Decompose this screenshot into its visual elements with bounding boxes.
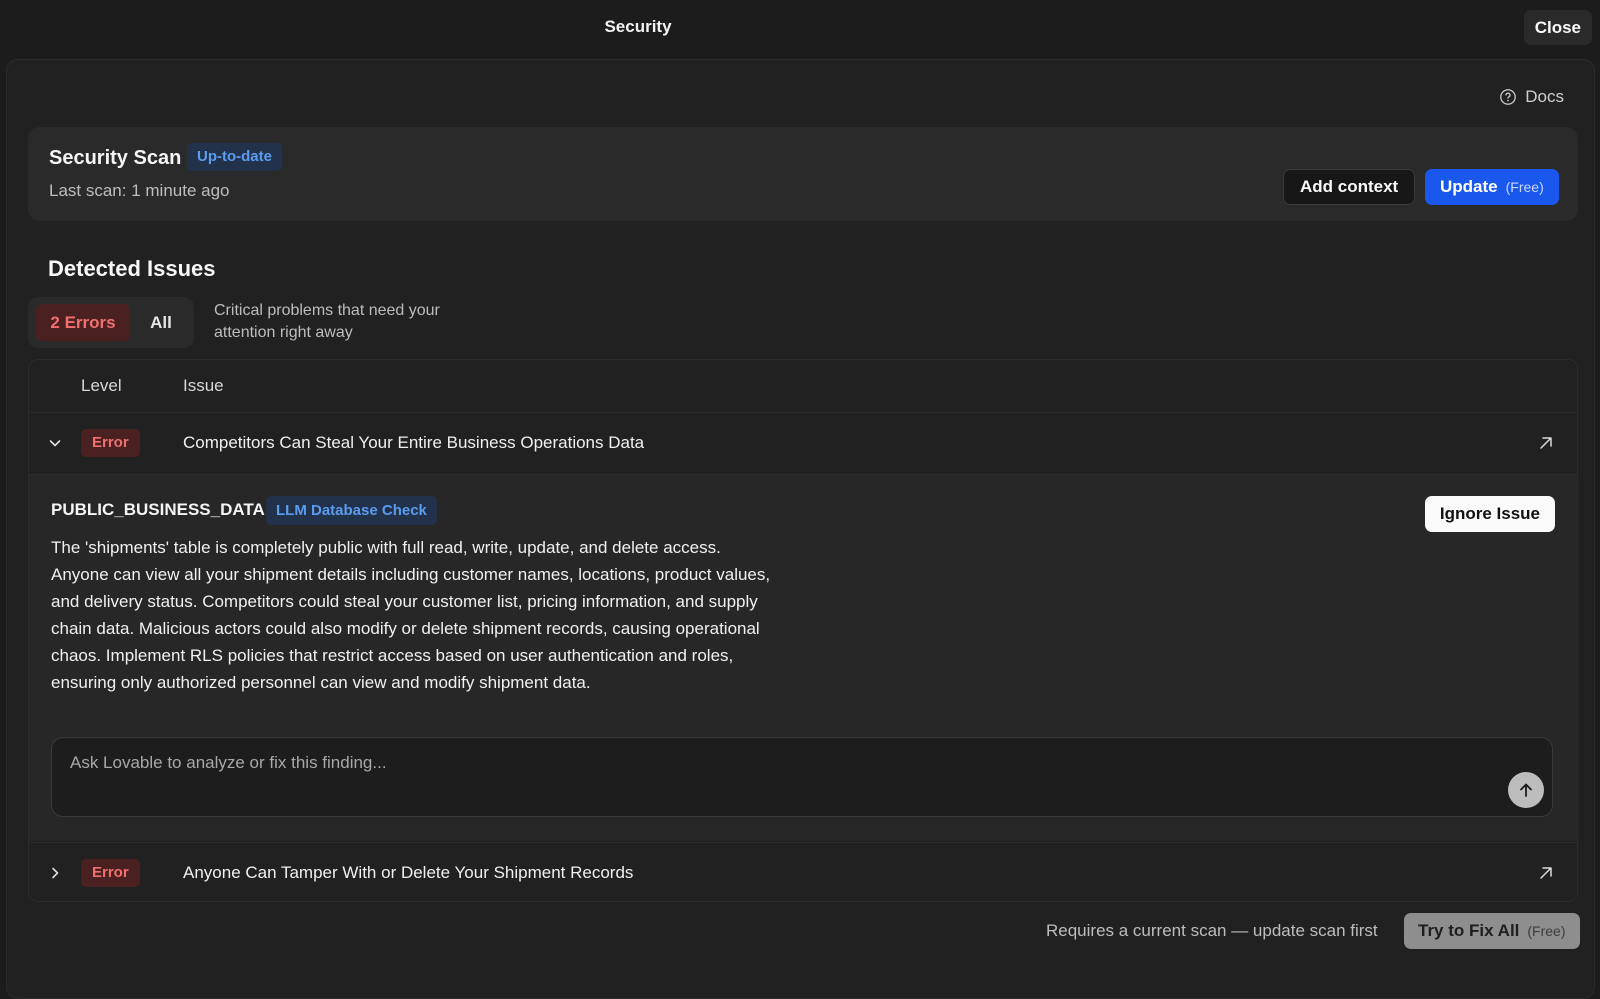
security-scan-card: Security Scan Up-to-date Last scan: 1 mi… <box>28 127 1578 221</box>
error-level-badge: Error <box>81 429 140 457</box>
external-link-icon[interactable] <box>1537 434 1555 452</box>
table-row[interactable]: Error Anyone Can Tamper With or Delete Y… <box>29 842 1577 901</box>
issue-code: PUBLIC_BUSINESS_DATA <box>51 500 265 519</box>
filter-errors-tab[interactable]: 2 Errors <box>36 304 130 341</box>
table-row[interactable]: Error Competitors Can Steal Your Entire … <box>29 413 1577 475</box>
ignore-issue-button[interactable]: Ignore Issue <box>1424 496 1555 532</box>
ask-input[interactable] <box>68 752 1452 774</box>
last-scan-text: Last scan: 1 minute ago <box>49 181 230 200</box>
ask-box <box>51 737 1553 817</box>
status-badge: Up-to-date <box>187 143 282 171</box>
update-label: Update <box>1440 177 1498 196</box>
close-button[interactable]: Close <box>1523 10 1592 45</box>
issue-description: The 'shipments' table is completely publ… <box>51 538 771 692</box>
error-level-badge: Error <box>81 859 140 887</box>
check-type-badge: LLM Database Check <box>266 496 437 525</box>
fix-all-label: Try to Fix All <box>1418 921 1520 940</box>
detected-issues-heading: Detected Issues <box>48 256 216 281</box>
help-circle-icon <box>1500 89 1517 105</box>
issue-title[interactable]: Anyone Can Tamper With or Delete Your Sh… <box>183 863 633 883</box>
chevron-down-icon[interactable] <box>47 435 63 451</box>
column-header-issue: Issue <box>183 376 224 395</box>
arrow-up-icon <box>1520 783 1532 797</box>
issue-filter: 2 Errors All <box>28 297 194 348</box>
filter-description: Critical problems that need your attenti… <box>214 302 440 341</box>
update-button[interactable]: Update (Free) <box>1425 169 1559 205</box>
table-header: Level Issue <box>29 360 1577 413</box>
filter-all-tab[interactable]: All <box>138 304 184 341</box>
scan-title: Security Scan <box>49 147 182 169</box>
issues-table: Level Issue Error Competitors Can Steal … <box>28 359 1578 902</box>
docs-link[interactable]: Docs <box>1499 87 1564 107</box>
external-link-icon[interactable] <box>1537 864 1555 882</box>
docs-label: Docs <box>1525 87 1564 106</box>
fix-all-free-label: (Free) <box>1527 923 1566 939</box>
send-button[interactable] <box>1508 772 1544 808</box>
issue-detail: PUBLIC_BUSINESS_DATA LLM Database Check … <box>29 475 1577 841</box>
top-bar: Security Close <box>0 0 1600 58</box>
chevron-right-icon[interactable] <box>47 865 63 881</box>
try-fix-all-button[interactable]: Try to Fix All (Free) <box>1404 913 1580 949</box>
issue-title[interactable]: Competitors Can Steal Your Entire Busine… <box>183 433 644 453</box>
update-free-label: (Free) <box>1505 179 1544 195</box>
add-context-button[interactable]: Add context <box>1283 169 1416 205</box>
fix-all-note: Requires a current scan — update scan fi… <box>1046 921 1378 940</box>
page-title: Security <box>604 17 672 36</box>
column-header-level: Level <box>81 376 122 395</box>
